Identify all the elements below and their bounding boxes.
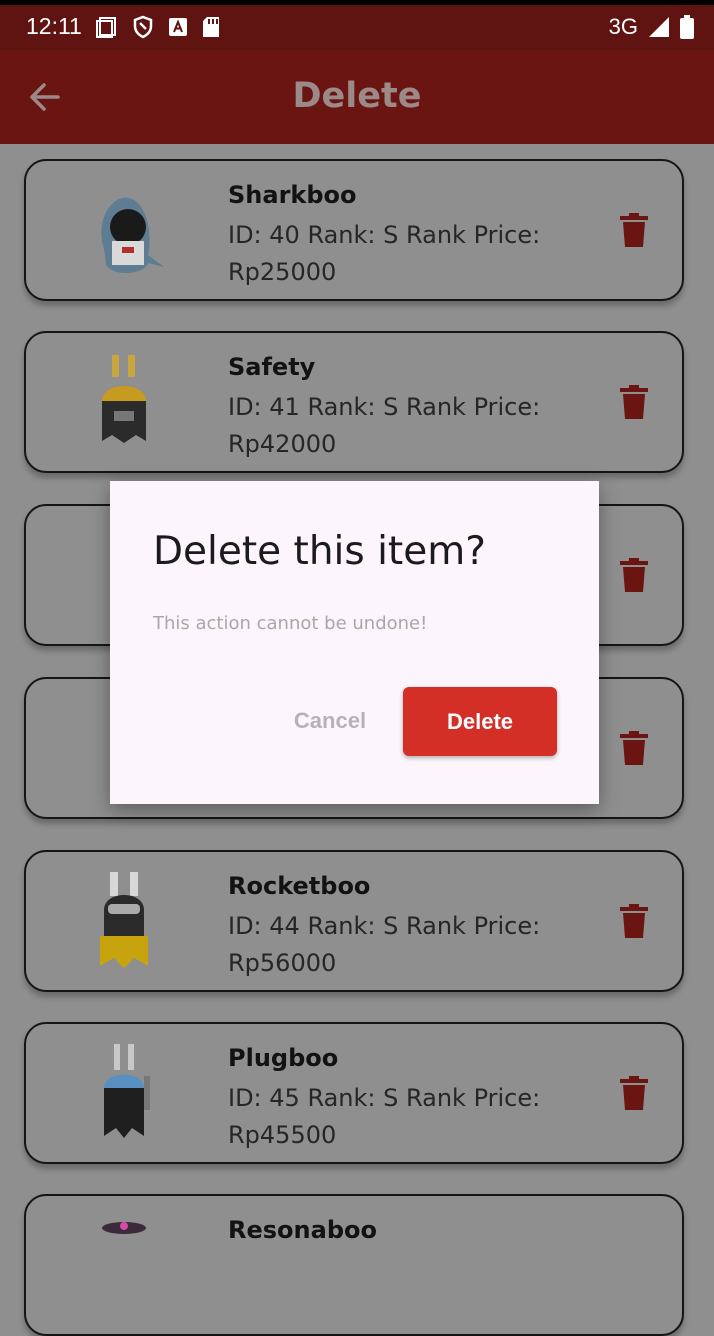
screen-icon: [96, 17, 116, 38]
shield-icon: [133, 15, 153, 39]
delete-confirm-dialog: Delete this item? This action cannot be …: [110, 481, 599, 804]
status-icons-right: 3G: [609, 14, 694, 40]
delete-button[interactable]: Delete: [403, 687, 557, 756]
status-icons-left: [96, 15, 220, 39]
status-bar: 12:11 3G: [0, 0, 714, 50]
signal-icon: [649, 17, 669, 37]
app-bar: Delete: [0, 50, 714, 144]
network-type: 3G: [608, 14, 638, 39]
a-badge-icon: [169, 18, 187, 36]
page-title: Delete: [292, 76, 422, 116]
dialog-title: Delete this item?: [153, 529, 486, 574]
cancel-button[interactable]: Cancel: [280, 687, 380, 755]
battery-icon: [680, 15, 694, 39]
sd-card-icon: [203, 17, 219, 37]
status-time: 12:11: [26, 13, 82, 39]
dialog-message: This action cannot be undone!: [153, 613, 428, 634]
